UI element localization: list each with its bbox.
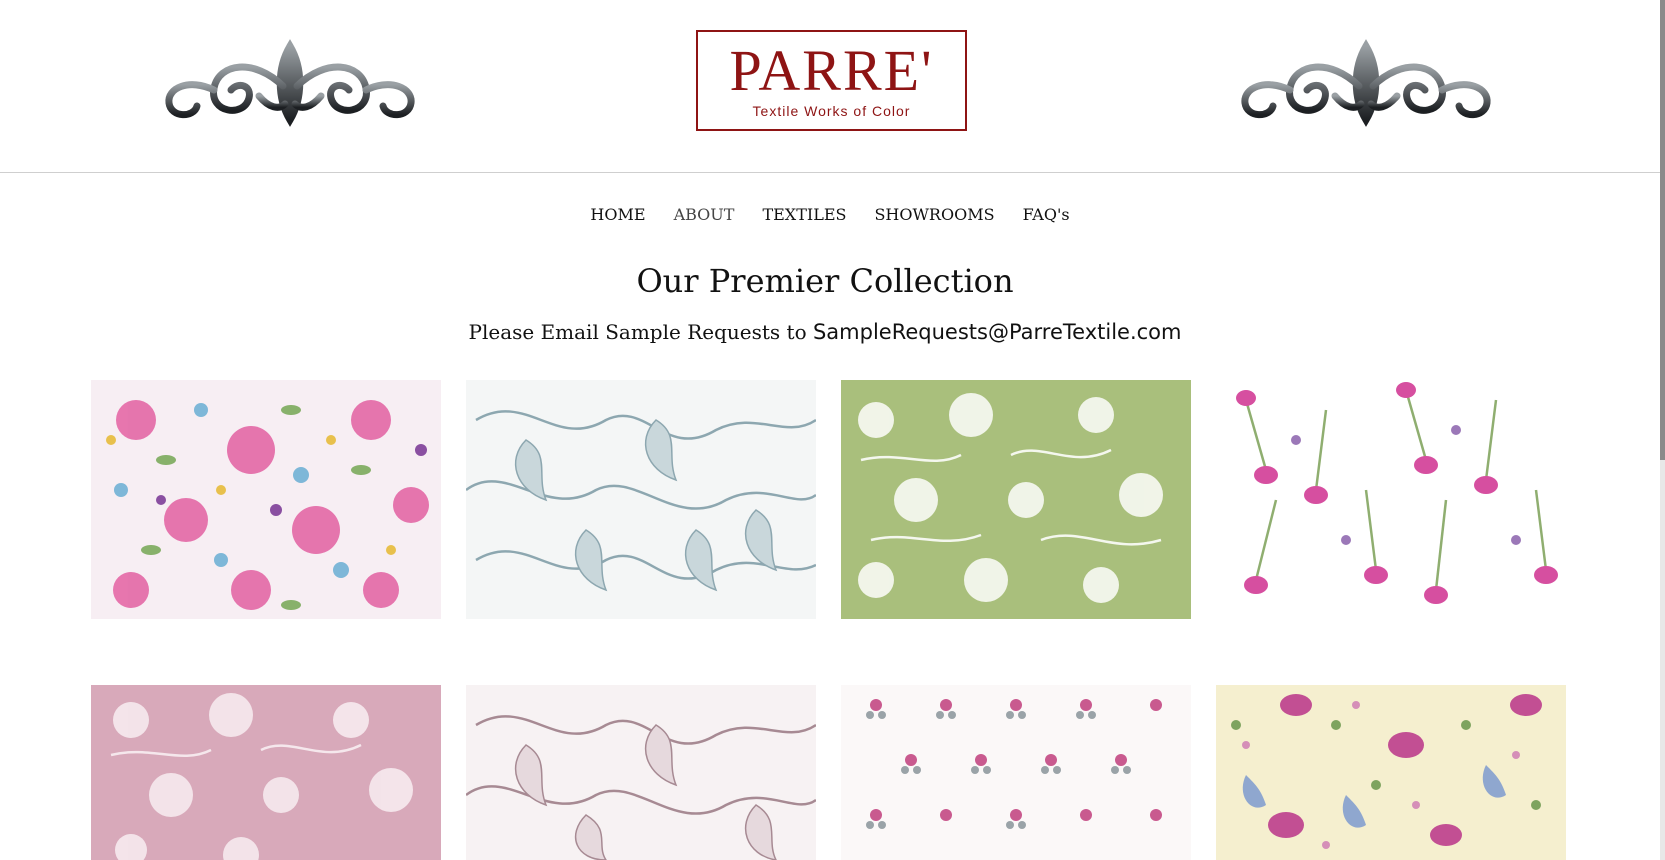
pink-bouquets-swatch [841, 685, 1191, 860]
brand-logo[interactable]: PARRE' Textile Works of Color [696, 30, 967, 131]
sample-request-email-link[interactable]: SampleRequests@ParreTextile.com [813, 320, 1182, 344]
nav-showrooms-link[interactable]: SHOWROOMS [874, 205, 994, 224]
fabric-tile-green-floral[interactable] [841, 380, 1191, 619]
brand-name: PARRE' [729, 38, 934, 103]
scrollbar-thumb[interactable] [1660, 0, 1665, 460]
sample-request-note: Please Email Sample Requests to SampleRe… [0, 320, 1650, 344]
fabric-tile-blue-acanthus[interactable] [466, 380, 816, 619]
fabric-tile-mauve-acanthus[interactable] [466, 685, 816, 860]
fabric-tile-jacobean-floral[interactable] [1216, 685, 1566, 860]
nav-faqs-link[interactable]: FAQ's [1023, 205, 1070, 224]
nav-about-link[interactable]: ABOUT [674, 205, 735, 224]
main-navigation: HOME ABOUT TEXTILES SHOWROOMS FAQ's [0, 205, 1660, 224]
scroll-ornament-icon [165, 39, 415, 127]
sample-request-text: Please Email Sample Requests to [468, 320, 807, 344]
fabric-tile-pink-bouquets[interactable] [841, 685, 1191, 860]
blue-acanthus-swatch [466, 380, 816, 619]
pink-thistle-swatch [1216, 380, 1566, 619]
mauve-acanthus-swatch [466, 685, 816, 860]
jacobean-floral-swatch [1216, 685, 1566, 860]
scroll-ornament-icon [1241, 39, 1491, 127]
pink-floral-swatch [91, 685, 441, 860]
green-floral-swatch [841, 380, 1191, 619]
page-title: Our Premier Collection [636, 262, 1014, 300]
multicolor-floral-swatch [91, 380, 441, 619]
fabric-tile-pink-thistle[interactable] [1216, 380, 1566, 619]
site-header: PARRE' Textile Works of Color [0, 0, 1660, 173]
fabric-tile-pink-floral[interactable] [91, 685, 441, 860]
brand-tagline: Textile Works of Color [752, 103, 911, 119]
nav-home-link[interactable]: HOME [590, 205, 645, 224]
nav-textiles-link[interactable]: TEXTILES [762, 205, 846, 224]
page-scrollbar[interactable] [1660, 0, 1665, 860]
fabric-tile-multicolor-floral[interactable] [91, 380, 441, 619]
